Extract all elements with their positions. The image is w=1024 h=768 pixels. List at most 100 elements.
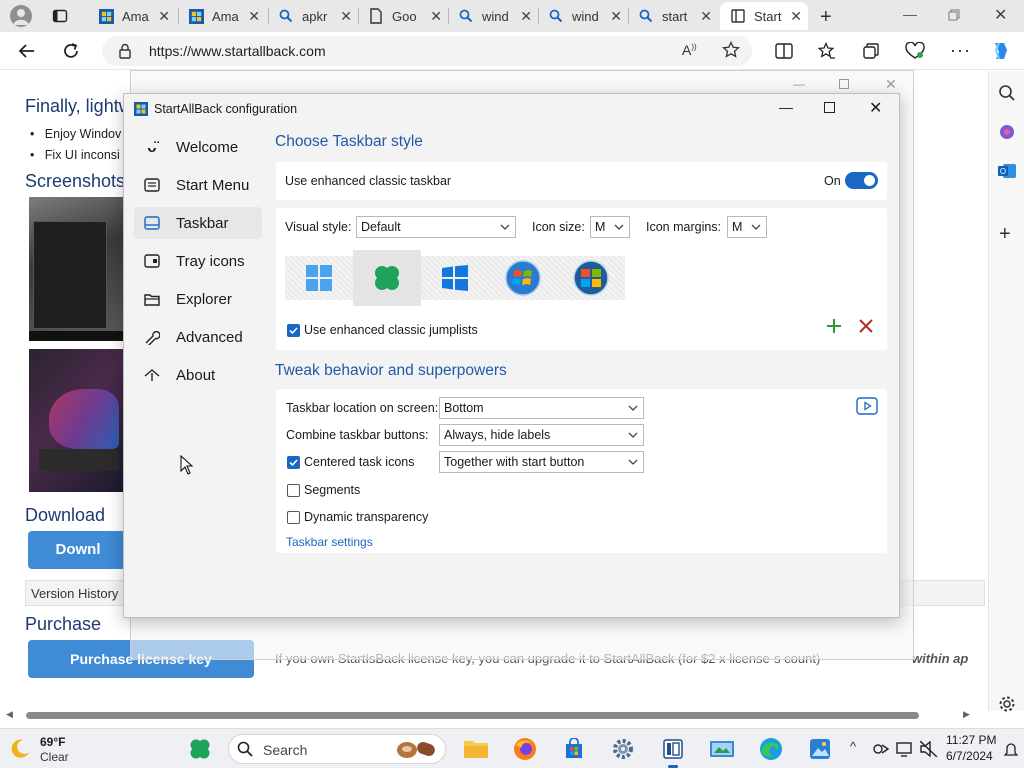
horizontal-scrollbar[interactable]: ◀ ▶ <box>0 709 988 721</box>
close-icon[interactable]: ✕ <box>869 98 882 118</box>
centered-icons-checkbox[interactable] <box>287 456 300 469</box>
maximize-icon[interactable] <box>824 102 835 113</box>
icon-size-label: Icon size: <box>532 220 585 234</box>
lock-icon[interactable] <box>118 43 132 59</box>
jumplists-checkbox[interactable] <box>287 324 300 337</box>
style-windows7-option[interactable] <box>489 256 557 300</box>
nav-start-menu[interactable]: Start Menu <box>134 169 262 201</box>
temperature: 69°F <box>40 735 66 749</box>
segments-checkbox[interactable] <box>287 484 300 497</box>
minimize-icon[interactable]: — <box>779 99 793 115</box>
icon-margins-select[interactable]: M <box>727 216 767 238</box>
restore-icon[interactable] <box>948 9 960 21</box>
nav-taskbar[interactable]: Taskbar <box>134 207 262 239</box>
style-vista-option[interactable] <box>557 256 625 300</box>
tab-1[interactable]: Ama ✕ <box>88 2 176 30</box>
add-icon[interactable] <box>826 318 842 334</box>
icon-size-select[interactable]: M <box>590 216 630 238</box>
split-screen-icon[interactable] <box>775 43 793 59</box>
copilot-icon[interactable] <box>990 40 1012 62</box>
close-icon[interactable]: ✕ <box>610 8 622 25</box>
tray-app-icon[interactable] <box>872 741 890 757</box>
clock-date[interactable]: 6/7/2024 <box>946 749 993 763</box>
nav-advanced[interactable]: Advanced <box>134 321 262 353</box>
close-icon[interactable]: ✕ <box>885 76 897 93</box>
favorites-icon[interactable] <box>818 42 836 60</box>
screenshot-thumbnail-2[interactable] <box>29 349 125 492</box>
nav-tray-icons[interactable]: Tray icons <box>134 245 262 277</box>
maximize-icon[interactable] <box>839 79 849 89</box>
clock-time[interactable]: 11:27 PM <box>946 733 996 747</box>
new-tab-icon[interactable]: + <box>820 6 832 29</box>
video-help-icon[interactable] <box>856 397 878 415</box>
close-icon[interactable]: ✕ <box>248 8 260 25</box>
visual-style-select[interactable]: Default <box>356 216 516 238</box>
tab-3[interactable]: apkr ✕ <box>268 2 358 30</box>
nav-about[interactable]: About <box>134 359 262 391</box>
taskbar-settings-link[interactable]: Taskbar settings <box>286 535 373 549</box>
settings-icon[interactable] <box>609 735 637 763</box>
photos-icon[interactable] <box>806 735 834 763</box>
file-explorer-icon[interactable] <box>462 735 490 763</box>
close-icon[interactable]: ✕ <box>158 8 170 25</box>
tab-5[interactable]: wind ✕ <box>448 2 538 30</box>
url-field[interactable]: https://www.startallback.com A)) <box>102 36 752 66</box>
screenshot-thumbnail-1[interactable] <box>29 197 125 341</box>
notifications-icon[interactable] <box>1004 741 1018 757</box>
profile-avatar[interactable] <box>10 5 32 27</box>
combine-select[interactable]: Always, hide labels <box>439 424 644 446</box>
volume-muted-icon[interactable] <box>920 741 938 757</box>
centered-icons-select[interactable]: Together with start button <box>439 451 644 473</box>
location-select[interactable]: Bottom <box>439 397 644 419</box>
minimize-icon[interactable]: — <box>903 6 917 22</box>
network-icon[interactable] <box>896 741 914 757</box>
tab-2[interactable]: Ama ✕ <box>178 2 266 30</box>
section-tweak-behavior: Tweak behavior and superpowers <box>275 362 507 379</box>
search-icon[interactable] <box>998 84 1016 102</box>
close-icon[interactable]: ✕ <box>700 8 712 25</box>
favorite-star-icon[interactable] <box>722 41 740 59</box>
outlook-icon[interactable]: O <box>997 162 1017 180</box>
control-panel-icon[interactable] <box>708 735 736 763</box>
startallback-taskbar-icon[interactable] <box>659 735 687 768</box>
copilot-hex-icon[interactable] <box>998 123 1016 141</box>
style-windows11-option[interactable] <box>285 256 353 300</box>
style-windows10-option[interactable] <box>421 256 489 300</box>
tab-7[interactable]: start ✕ <box>628 2 718 30</box>
scrollbar-thumb[interactable] <box>26 712 919 719</box>
download-button[interactable]: Downl <box>28 531 128 569</box>
browser-essentials-icon[interactable] <box>905 42 925 60</box>
tab-4[interactable]: Goo ✕ <box>358 2 448 30</box>
minimize-icon[interactable]: — <box>793 77 805 91</box>
tray-overflow-icon[interactable]: ^ <box>850 739 856 754</box>
add-sidebar-app-icon[interactable]: + <box>999 223 1011 246</box>
refresh-icon[interactable] <box>62 42 80 60</box>
edge-icon[interactable] <box>757 735 785 763</box>
microsoft-store-icon[interactable] <box>560 735 588 763</box>
back-icon[interactable] <box>18 42 36 60</box>
close-icon[interactable]: ✕ <box>520 8 532 25</box>
start-button[interactable] <box>186 735 214 763</box>
tab-actions-icon[interactable] <box>52 8 68 24</box>
close-window-icon[interactable]: ✕ <box>994 5 1007 25</box>
firefox-icon[interactable] <box>511 735 539 763</box>
read-aloud-icon[interactable]: A)) <box>682 42 697 58</box>
nav-label: Start Menu <box>176 176 250 194</box>
dynamic-transparency-checkbox[interactable] <box>287 511 300 524</box>
close-icon[interactable]: ✕ <box>430 8 442 25</box>
close-icon[interactable]: ✕ <box>340 8 352 25</box>
tab-8-active[interactable]: Start ✕ <box>720 2 808 30</box>
taskbar-search-box[interactable]: Search <box>228 734 446 764</box>
tab-6[interactable]: wind ✕ <box>538 2 628 30</box>
close-icon[interactable]: ✕ <box>790 8 802 25</box>
nav-explorer[interactable]: Explorer <box>134 283 262 315</box>
enhanced-taskbar-toggle[interactable] <box>845 172 878 189</box>
style-clover-option-selected[interactable] <box>353 250 421 306</box>
weather-widget[interactable]: 69°F Clear <box>8 733 88 765</box>
remove-icon[interactable] <box>859 319 873 333</box>
collections-icon[interactable] <box>862 42 880 60</box>
more-menu-icon[interactable]: ··· <box>950 40 971 61</box>
start-menu-icon <box>142 178 162 192</box>
settings-gear-icon[interactable] <box>998 695 1016 713</box>
nav-welcome[interactable]: ᴗ̈ Welcome <box>134 131 262 163</box>
